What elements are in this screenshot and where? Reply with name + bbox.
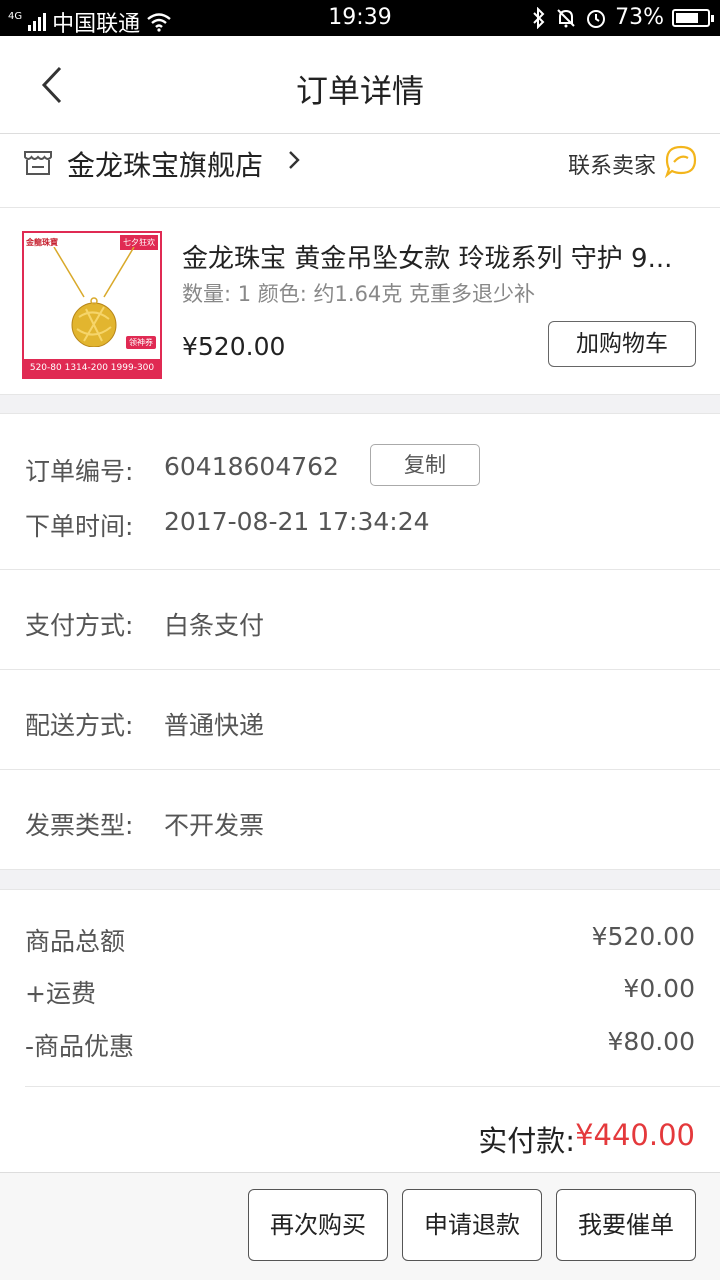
status-right: 73% xyxy=(531,5,714,30)
battery-icon xyxy=(672,8,714,27)
product-price: ¥520.00 xyxy=(182,332,286,361)
status-bar: 4G 中国联通 19:39 73% xyxy=(0,0,720,37)
invoice-label: 发票类型: xyxy=(25,811,134,840)
shop-icon xyxy=(24,151,52,175)
battery-level xyxy=(676,12,698,23)
copy-button[interactable]: 复制 xyxy=(370,444,480,486)
invoice-value: 不开发票 xyxy=(164,811,265,840)
delivery-value: 普通快递 xyxy=(164,711,265,740)
store-row[interactable]: 金龙珠宝旗舰店 联系卖家 xyxy=(0,134,720,208)
urge-order-button[interactable]: 我要催单 xyxy=(556,1189,696,1261)
order-time-value: 2017-08-21 17:34:24 xyxy=(164,507,430,536)
buy-again-button[interactable]: 再次购买 xyxy=(248,1189,388,1261)
subtotal-label: 商品总额 xyxy=(25,927,126,956)
product-title[interactable]: 金龙珠宝 黄金吊坠女款 玲珑系列 守护 9... xyxy=(182,238,697,275)
contact-seller-label[interactable]: 联系卖家 xyxy=(568,148,656,180)
store-name[interactable]: 金龙珠宝旗舰店 xyxy=(67,144,263,184)
payment-label: 支付方式: xyxy=(25,611,134,640)
payment-row: 支付方式: 白条支付 xyxy=(0,570,720,670)
alarm-icon xyxy=(587,9,606,28)
thumbnail-strip: 520-80 1314-200 1999-300 xyxy=(24,359,160,377)
invoice-row: 发票类型: 不开发票 xyxy=(0,770,720,870)
discount-label: -商品优惠 xyxy=(25,1032,135,1061)
pendant-image xyxy=(53,247,135,347)
total-value: ¥440.00 xyxy=(575,1118,695,1152)
chat-bubble-icon[interactable] xyxy=(664,144,698,178)
section-gap xyxy=(0,870,720,890)
order-number-label: 订单编号: xyxy=(25,457,134,486)
shipping-label: +运费 xyxy=(25,979,96,1008)
product-card[interactable]: 金龍珠寶 七夕狂欢 领神券 520-80 1314-200 1999-300 金… xyxy=(0,208,720,394)
delivery-row: 配送方式: 普通快递 xyxy=(0,670,720,770)
price-summary: 商品总额 ¥520.00 +运费 ¥0.00 -商品优惠 ¥80.00 实付款:… xyxy=(0,890,720,1172)
chevron-right-icon xyxy=(289,151,300,169)
bluetooth-icon xyxy=(533,6,545,29)
product-spec: 数量: 1 颜色: 约1.64克 克重多退少补 xyxy=(182,282,535,306)
battery-percent: 73% xyxy=(615,5,664,30)
subtotal-value: ¥520.00 xyxy=(591,922,695,951)
product-thumbnail[interactable]: 金龍珠寶 七夕狂欢 领神券 520-80 1314-200 1999-300 xyxy=(22,231,162,379)
delivery-label: 配送方式: xyxy=(25,711,134,740)
summary-divider xyxy=(25,1086,720,1087)
add-to-cart-button[interactable]: 加购物车 xyxy=(548,321,696,367)
bottom-action-bar: 再次购买 申请退款 我要催单 xyxy=(0,1172,720,1280)
mute-bell-icon xyxy=(557,8,575,27)
page-title: 订单详情 xyxy=(295,72,424,110)
section-gap xyxy=(0,394,720,414)
shipping-value: ¥0.00 xyxy=(623,974,695,1003)
order-number-value: 60418604762 xyxy=(164,452,339,481)
order-info-section: 订单编号: 60418604762 复制 下单时间: 2017-08-21 17… xyxy=(0,414,720,570)
header-bar: 订单详情 xyxy=(0,36,720,134)
payment-value: 白条支付 xyxy=(164,611,265,640)
order-time-label: 下单时间: xyxy=(25,512,134,541)
thumbnail-coupon: 领神券 xyxy=(126,336,156,349)
discount-value: ¥80.00 xyxy=(607,1027,695,1056)
total-label: 实付款: xyxy=(478,1124,575,1158)
refund-button[interactable]: 申请退款 xyxy=(402,1189,542,1261)
